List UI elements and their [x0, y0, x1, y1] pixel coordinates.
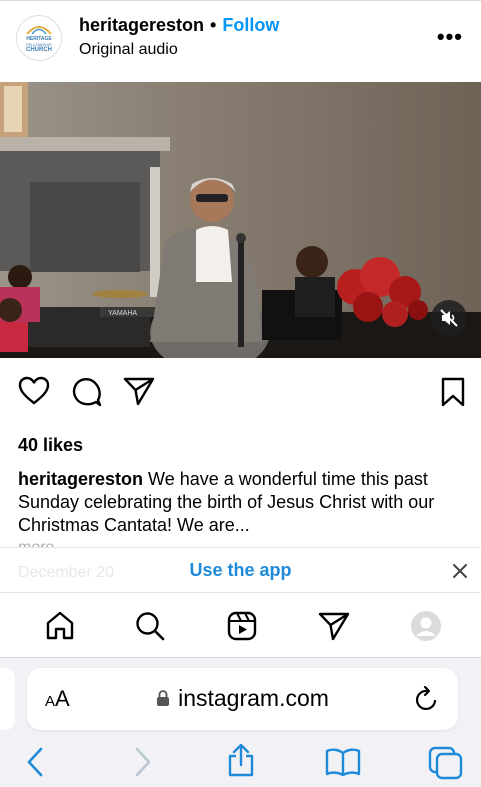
username-row: heritagereston • Follow — [79, 15, 279, 36]
more-options-button[interactable]: ••• — [437, 26, 463, 48]
save-button[interactable] — [440, 376, 466, 413]
keyboard-brand: YAMAHA — [108, 310, 137, 317]
profile-avatar-icon — [411, 611, 441, 641]
tabs-icon — [428, 746, 463, 780]
reload-button[interactable] — [414, 685, 440, 718]
book-icon — [325, 748, 361, 777]
direct-message-icon — [318, 612, 350, 641]
nav-home[interactable] — [44, 610, 76, 647]
tabs-button[interactable] — [428, 746, 464, 785]
home-icon — [46, 611, 74, 640]
audio-link[interactable]: Original audio — [79, 41, 178, 59]
nav-messages[interactable] — [318, 610, 350, 647]
bookmark-icon — [441, 377, 465, 407]
url-display[interactable]: instagram.com — [27, 685, 458, 713]
like-count[interactable]: 40 likes — [18, 435, 83, 456]
post-caption: heritagereston We have a wonderful time … — [18, 468, 468, 537]
speaker-muted-icon — [440, 309, 458, 327]
reel-video[interactable]: YAMAHA — [0, 82, 481, 358]
comment-icon — [72, 378, 102, 407]
username-link[interactable]: heritagereston — [79, 15, 204, 35]
back-button[interactable] — [24, 746, 48, 783]
url-text: instagram.com — [178, 685, 329, 711]
bottom-navigation — [0, 594, 481, 658]
app-banner: December 20 Use the app — [0, 547, 481, 593]
church-logo: HERITAGE FELLOWSHIP CHURCH — [19, 18, 59, 58]
share-button[interactable] — [123, 376, 155, 411]
profile-avatar[interactable]: HERITAGE FELLOWSHIP CHURCH — [16, 15, 62, 61]
post-actions — [0, 376, 481, 416]
nav-reels[interactable] — [226, 610, 258, 647]
address-bar[interactable]: AA instagram.com — [27, 668, 458, 730]
post-header: HERITAGE FELLOWSHIP CHURCH heritageresto… — [0, 0, 481, 82]
separator-dot: • — [210, 15, 217, 35]
nav-search[interactable] — [134, 610, 166, 647]
like-button[interactable] — [18, 376, 50, 411]
heart-icon — [18, 376, 50, 405]
video-frame: YAMAHA — [0, 82, 481, 358]
forward-button[interactable] — [130, 746, 154, 783]
logo-text-line3: CHURCH — [26, 47, 52, 53]
use-app-button[interactable]: Use the app — [0, 560, 481, 581]
chevron-right-icon — [135, 747, 151, 777]
chevron-left-icon — [27, 747, 43, 777]
reels-icon — [227, 611, 257, 641]
share-sheet-button[interactable] — [226, 742, 256, 783]
follow-button[interactable]: Follow — [222, 15, 279, 35]
send-icon — [123, 377, 155, 406]
mute-button[interactable] — [431, 300, 467, 336]
close-icon — [453, 564, 467, 578]
browser-toolbar: AA instagram.com — [0, 658, 481, 787]
close-banner-button[interactable] — [449, 560, 471, 582]
previous-tab-card[interactable] — [0, 668, 15, 730]
search-icon — [136, 612, 165, 641]
bookmarks-button[interactable] — [324, 746, 362, 783]
dove-logo-icon — [26, 26, 52, 35]
comment-button[interactable] — [71, 376, 103, 413]
nav-profile[interactable] — [410, 610, 442, 647]
caption-username[interactable]: heritagereston — [18, 469, 143, 489]
reload-icon — [415, 685, 437, 711]
share-icon — [228, 743, 254, 777]
lock-icon — [156, 686, 170, 713]
